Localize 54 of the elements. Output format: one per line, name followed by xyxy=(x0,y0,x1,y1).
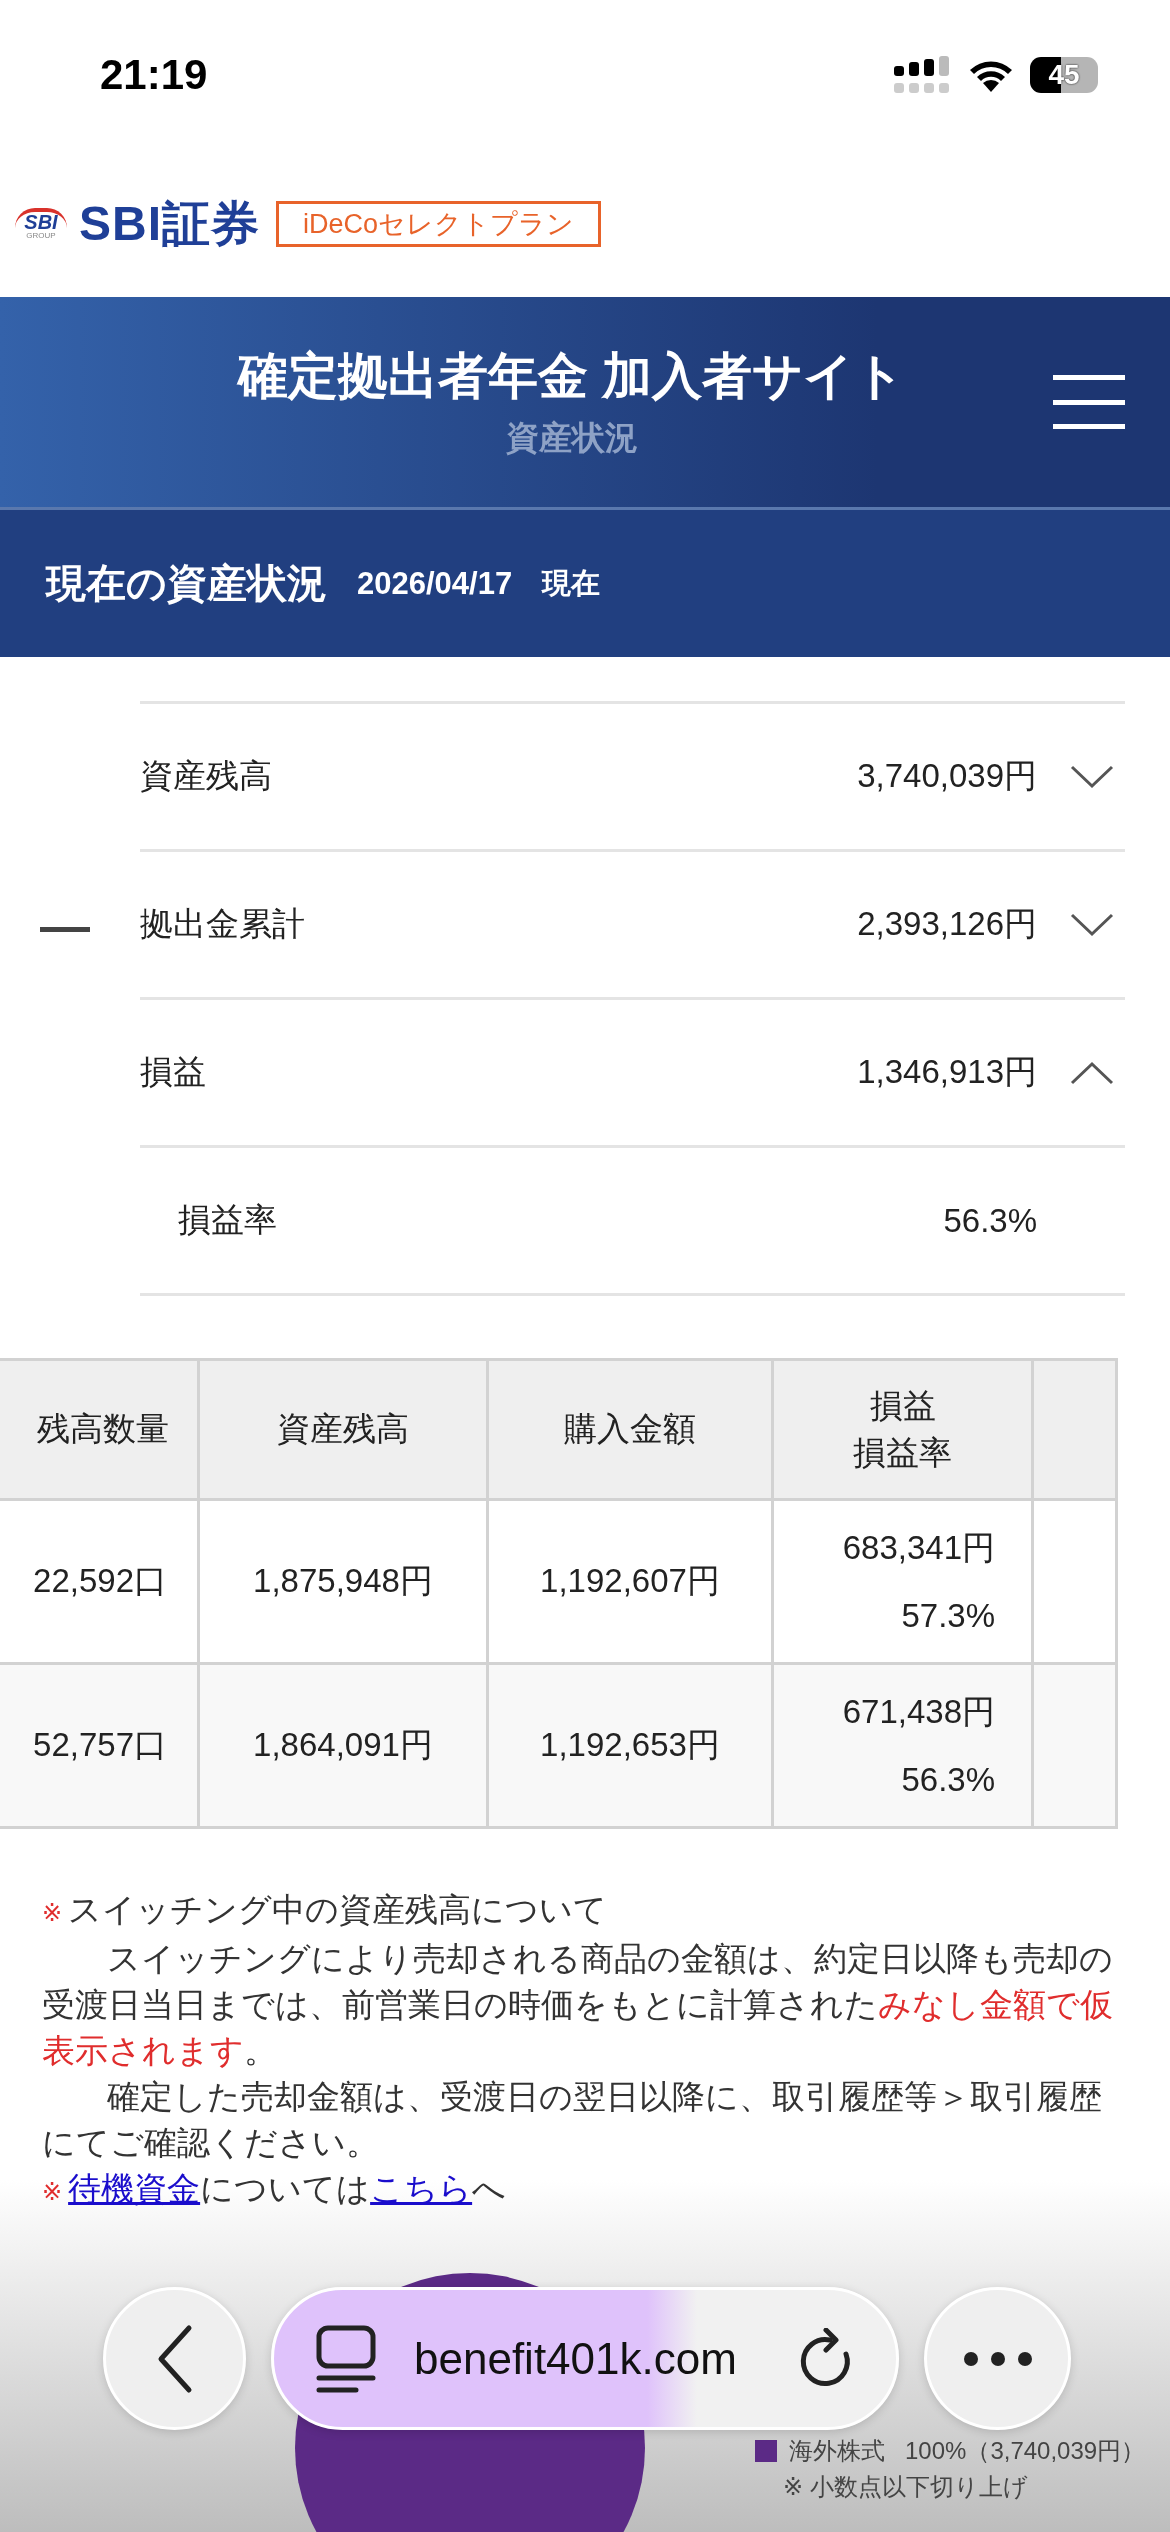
table-cell: 1,192,607円 xyxy=(487,1499,773,1664)
note-paragraph: スイッチングにより売却される商品の金額は、約定日以降も売却の受渡日当日までは、前営業日の時価をもとに計算されたみなし金額で仮表示されます。 xyxy=(42,1940,1114,2071)
table-cell: 1,864,091円 xyxy=(198,1663,488,1828)
legend-label: 海外株式 xyxy=(789,2436,885,2466)
minus-sign: — xyxy=(40,897,90,955)
text-link[interactable]: こちら xyxy=(370,2171,473,2207)
page-menu-icon[interactable] xyxy=(316,2324,376,2393)
note-text: スイッチング中の資産残高について xyxy=(68,1892,608,1928)
gain-amount: 671,438円 xyxy=(841,1691,995,1732)
summary-label: 拠出金累計 xyxy=(140,904,306,944)
chevron-down-icon[interactable] xyxy=(1069,763,1115,790)
column-header: 損益 xyxy=(868,1386,937,1427)
text-link[interactable]: 待機資金 xyxy=(68,2171,201,2207)
status-time: 21:19 xyxy=(100,51,208,99)
column-header: 購入金額 xyxy=(563,1409,697,1450)
summary-label: 資産残高 xyxy=(140,756,273,796)
table-cell: 1,875,948円 xyxy=(198,1499,488,1664)
address-bar[interactable]: benefit401k.com xyxy=(271,2287,899,2430)
summary-value: 2,393,126円 xyxy=(857,904,1037,944)
gain-rate: 56.3% xyxy=(900,1759,995,1800)
site-title: 確定拠出者年金 加入者サイト xyxy=(238,347,905,406)
menu-icon[interactable] xyxy=(1053,375,1125,429)
summary-label: 損益 xyxy=(140,1052,207,1092)
chevron-up-icon[interactable] xyxy=(1069,1059,1115,1086)
note-text: 待機資金については こちらへ xyxy=(68,2171,507,2207)
page-subtitle: 資産状況 xyxy=(505,418,638,458)
plan-label: iDeCoセレクトプラン xyxy=(276,200,602,247)
summary-value: 3,740,039円 xyxy=(857,756,1037,796)
note-paragraph: 確定した売却金額は、受渡日の翌日以降に、取引履歴等＞取引履歴にてご確認ください。 xyxy=(42,2078,1103,2163)
section-title: 現在の資産状況 xyxy=(46,560,327,607)
logo-emblem: SBI GROUP xyxy=(15,207,67,240)
brand-logo: SBI証券 xyxy=(79,195,260,252)
wifi-icon xyxy=(968,58,1014,92)
summary-value: 1,346,913円 xyxy=(857,1052,1037,1092)
column-header: 資産残高 xyxy=(276,1409,410,1450)
table-cell: 1,192,653円 xyxy=(487,1663,773,1828)
table-cell: 52,757口 xyxy=(0,1663,199,1828)
summary-label: 損益率 xyxy=(178,1200,278,1240)
note-mark: ※ xyxy=(42,2178,63,2205)
summary-value: 56.3% xyxy=(943,1201,1037,1240)
column-subheader: 損益率 xyxy=(852,1432,953,1473)
signal-icon xyxy=(894,56,952,94)
gain-amount: 683,341円 xyxy=(841,1527,995,1568)
section-date-suffix: 現在 xyxy=(542,565,601,601)
note-mark: ※ xyxy=(42,1899,63,1926)
legend-value: 100%（3,740,039円） xyxy=(905,2436,1146,2466)
chart-footnote: ※ 小数点以下切り上げ xyxy=(782,2472,1029,2502)
url-text: benefit401k.com xyxy=(414,2333,738,2384)
table-cell: 22,592口 xyxy=(0,1499,199,1664)
chevron-down-icon[interactable] xyxy=(1069,911,1115,938)
gain-rate: 57.3% xyxy=(900,1595,995,1636)
column-header: 残高数量 xyxy=(36,1409,169,1450)
section-date: 2026/04/17 xyxy=(357,565,513,602)
ellipsis-icon xyxy=(962,2350,1033,2367)
